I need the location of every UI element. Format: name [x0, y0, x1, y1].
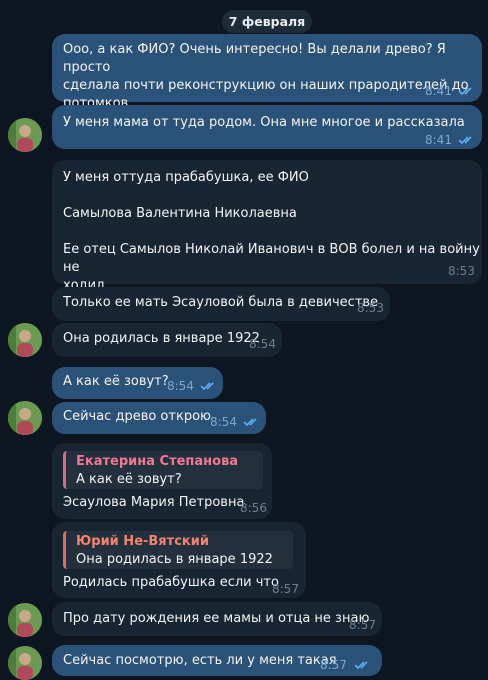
- message-text: А как её зовут?: [63, 374, 169, 389]
- message-text: Ооо, а как ФИО? Очень интересно! Вы дела…: [63, 42, 469, 111]
- message-time: 8:54: [210, 415, 237, 429]
- reply-text: Она родилась в январе 1922: [76, 552, 273, 567]
- reply-text: А как её зовут?: [76, 472, 182, 487]
- message-time: 8:53: [448, 264, 475, 278]
- user-avatar[interactable]: [8, 603, 42, 637]
- reply-author: Юрий Не-Вятский: [76, 534, 209, 549]
- reply-quote[interactable]: Екатерина Степанова А как её зовут?: [63, 451, 263, 489]
- date-separator: 7 февраля: [222, 10, 312, 33]
- reply-quote[interactable]: Юрий Не-Вятский Она родилась в январе 19…: [63, 531, 293, 569]
- message-bubble-incoming[interactable]: Только ее мать Эсауловой была в девичест…: [52, 287, 390, 321]
- message-time: 8:41: [425, 84, 452, 98]
- message-text: Сейчас посмотрю, есть ли у меня такая: [63, 653, 337, 668]
- message-bubble-outgoing[interactable]: У меня мама от туда родом. Она мне много…: [52, 105, 482, 149]
- message-bubble-outgoing[interactable]: Ооо, а как ФИО? Очень интересно! Вы дела…: [52, 34, 482, 111]
- user-avatar[interactable]: [8, 323, 42, 357]
- message-text: Про дату рождения ее мамы и отца не знаю: [63, 611, 370, 626]
- user-avatar[interactable]: [8, 401, 42, 435]
- message-text: Родилась прабабушка если что: [63, 575, 279, 590]
- user-avatar[interactable]: [8, 118, 42, 152]
- user-avatar[interactable]: [8, 646, 42, 680]
- message-time: 8:54: [167, 379, 194, 393]
- message-text: Только ее мать Эсауловой была в девичест…: [63, 295, 379, 310]
- message-bubble-incoming[interactable]: Про дату рождения ее мамы и отца не знаю…: [52, 602, 382, 636]
- double-check-icon: [243, 418, 257, 427]
- message-text: Она родилась в январе 1922: [63, 331, 260, 346]
- message-bubble-incoming[interactable]: Она родилась в январе 1922 8:54: [52, 323, 282, 357]
- reply-author: Екатерина Степанова: [76, 454, 239, 469]
- message-time: 8:57: [320, 658, 347, 672]
- message-bubble-incoming[interactable]: У меня оттуда прабабушка, ее ФИО Самылов…: [52, 160, 482, 293]
- message-time: 8:54: [249, 337, 276, 351]
- double-check-icon: [458, 87, 472, 96]
- double-check-icon: [200, 382, 214, 391]
- message-time: 8:57: [349, 618, 376, 632]
- double-check-icon: [458, 136, 472, 145]
- message-text: Эсаулова Мария Петровна: [63, 495, 245, 510]
- message-time: 8:57: [272, 582, 299, 596]
- message-bubble-outgoing[interactable]: А как её зовут? 8:54: [52, 367, 223, 399]
- message-time: 8:56: [240, 501, 267, 515]
- double-check-icon: [354, 661, 368, 670]
- message-text: У меня мама от туда родом. Она мне много…: [63, 115, 465, 130]
- message-text: Сейчас древо открою: [63, 409, 211, 424]
- message-bubble-incoming[interactable]: Юрий Не-Вятский Она родилась в январе 19…: [52, 522, 306, 598]
- message-bubble-outgoing[interactable]: Сейчас посмотрю, есть ли у меня такая 8:…: [52, 645, 382, 676]
- message-bubble-outgoing[interactable]: Сейчас древо открою 8:54: [52, 402, 266, 434]
- message-text: У меня оттуда прабабушка, ее ФИО Самылов…: [63, 170, 480, 293]
- message-time: 8:41: [425, 133, 452, 147]
- message-time: 8:53: [357, 301, 384, 315]
- message-bubble-incoming[interactable]: Екатерина Степанова А как её зовут? Эсау…: [52, 443, 272, 519]
